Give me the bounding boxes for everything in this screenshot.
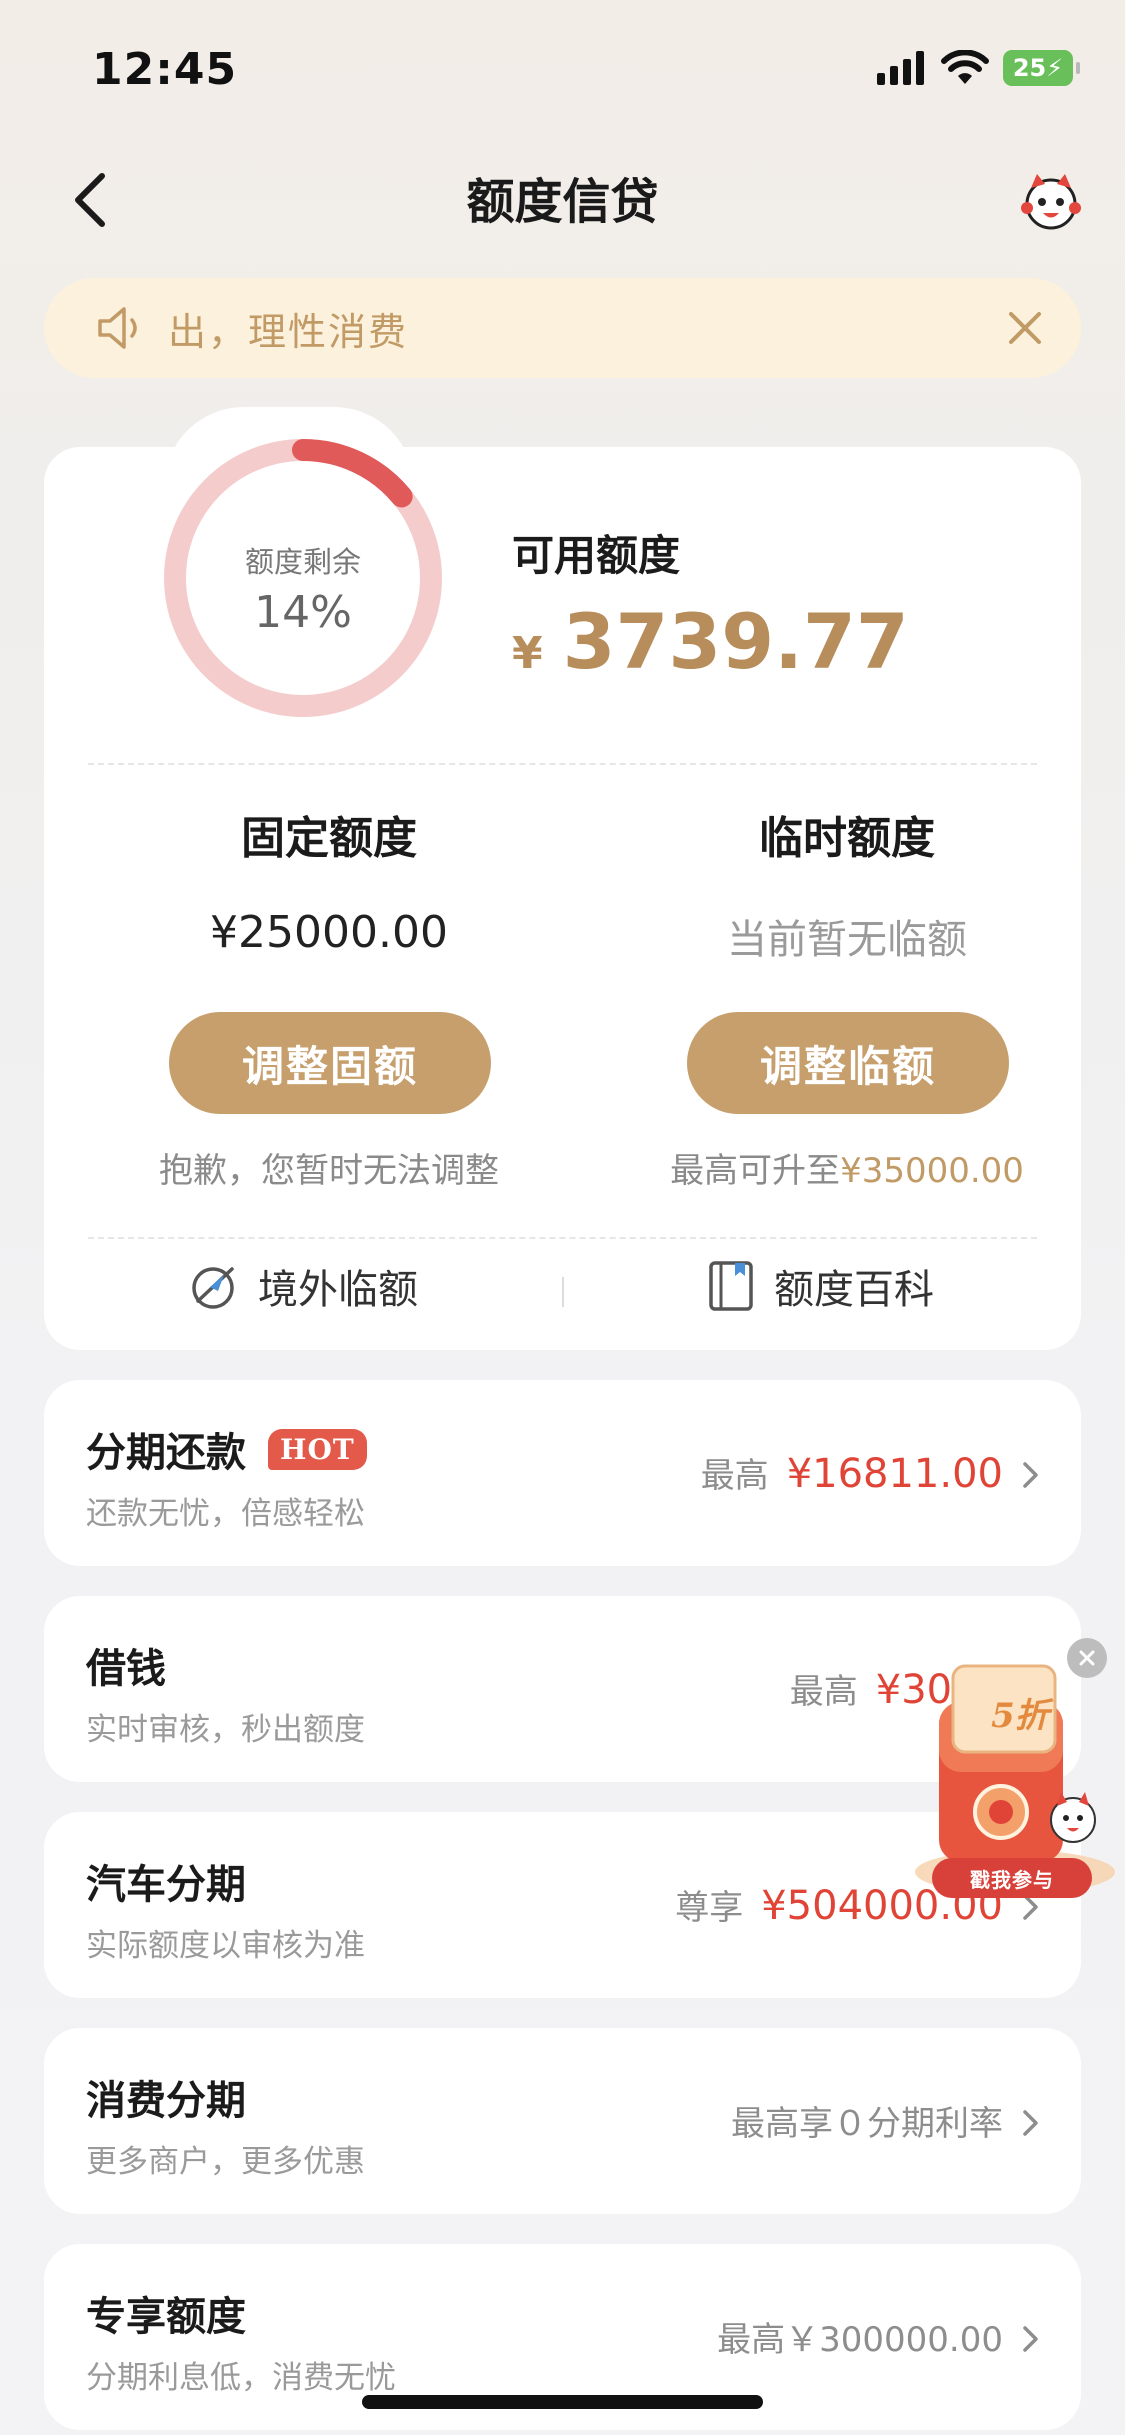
speaker-icon [98, 307, 137, 349]
temporary-credit-title: 临时额度 [759, 813, 935, 864]
currency-symbol: ¥ [512, 628, 543, 679]
page-title: 额度信贷 [466, 174, 659, 230]
wifi-icon [941, 50, 989, 84]
hot-badge: HOT [268, 1428, 367, 1470]
overseas-credit-label: 境外临额 [258, 1267, 418, 1313]
row-title: 专享额度 [86, 2284, 246, 2342]
credit-wiki-label: 额度百科 [774, 1267, 934, 1313]
status-time: 12:45 [92, 44, 238, 95]
row-title: 汽车分期 [86, 1852, 246, 1910]
temporary-note-amount: ¥35000.00 [840, 1151, 1024, 1191]
promo-join-button[interactable]: 戳我参与 [932, 1858, 1092, 1898]
temporary-note-prefix: 最高可升至 [670, 1151, 841, 1191]
book-icon [709, 1261, 753, 1311]
ring-percent: 14% [254, 587, 352, 638]
close-icon[interactable] [1003, 306, 1047, 350]
close-icon [1079, 1650, 1095, 1666]
battery-icon: 25 ⚡ [1003, 50, 1080, 86]
row-title-text: 分期还款 [86, 1430, 246, 1476]
fixed-credit-note: 抱歉，您暂时无法调整 [159, 1151, 499, 1191]
row-amount: ¥16811.00 [786, 1451, 1003, 1497]
status-icons: 25 ⚡ [877, 50, 1080, 86]
notice-bar[interactable]: 出，理性消费 [44, 278, 1081, 378]
available-amount: ¥ 3739.77 [512, 597, 909, 686]
fixed-credit-value: ¥25000.00 [210, 907, 448, 958]
service-row-consumer-installment[interactable]: 消费分期 更多商户，更多优惠 最高享０分期利率 [44, 2028, 1081, 2214]
credit-summary-card: 额度剩余 14% 可用额度 ¥ 3739.77 固定额度 ¥25000.00 调… [44, 407, 1082, 1350]
mascot-icon [1021, 174, 1081, 230]
row-title: 借钱 [86, 1636, 166, 1694]
row-title-text: 借钱 [86, 1646, 166, 1692]
row-amount: 最高￥300000.00 [717, 2320, 1003, 2360]
customer-service-button[interactable] [1019, 170, 1083, 234]
service-row-installment-repayment[interactable]: 分期还款 HOT 还款无忧，倍感轻松 最高 ¥16811.00 [44, 1380, 1081, 1566]
credit-wiki-link[interactable]: 额度百科 [708, 1257, 934, 1315]
available-label: 可用额度 [512, 531, 681, 580]
credit-links: 境外临额 额度百科 [44, 1257, 1081, 1327]
temporary-credit-value: 当前暂无临额 [727, 917, 967, 963]
divider [88, 763, 1037, 765]
promo-close-button[interactable] [1067, 1638, 1107, 1678]
nav-bar: 额度信贷 [0, 140, 1125, 250]
chevron-right-icon [1023, 2326, 1038, 2352]
divider [88, 1237, 1037, 1239]
ring-label: 额度剩余 [244, 545, 361, 579]
link-divider [562, 1277, 564, 1307]
available-value: 3739.77 [562, 597, 909, 686]
promo-discount: 5折 [991, 1696, 1049, 1736]
row-title: 分期还款 HOT [86, 1420, 367, 1478]
status-bar: 12:45 25 ⚡ [0, 0, 1125, 140]
row-prefix: 最高 [789, 1672, 858, 1712]
temporary-credit-note: 最高可升至¥35000.00 [612, 1143, 1082, 1192]
row-title: 消费分期 [86, 2068, 246, 2126]
chevron-right-icon [1023, 1462, 1038, 1488]
signal-icon [877, 51, 924, 85]
overseas-icon [192, 1267, 234, 1309]
row-subtitle: 实时审核，秒出额度 [86, 1712, 365, 1748]
row-value: 最高享０分期利率 [731, 2096, 1003, 2145]
row-subtitle: 实际额度以审核为准 [86, 1928, 365, 1964]
adjust-temporary-button[interactable]: 调整临额 [687, 1012, 1009, 1114]
battery-level: 25 [1012, 54, 1047, 82]
overseas-credit-link[interactable]: 境外临额 [188, 1257, 418, 1315]
row-prefix: 尊享 [675, 1888, 744, 1928]
row-value: 最高 ¥16811.00 [701, 1448, 1003, 1497]
row-title-text: 消费分期 [86, 2078, 246, 2124]
home-indicator [362, 2395, 763, 2409]
row-prefix: 最高 [700, 1456, 769, 1496]
row-subtitle: 更多商户，更多优惠 [86, 2144, 365, 2180]
row-title-text: 汽车分期 [86, 1862, 246, 1908]
notice-text: 出，理性消费 [168, 309, 409, 354]
row-subtitle: 还款无忧，倍感轻松 [86, 1496, 365, 1532]
row-subtitle: 分期利息低，消费无忧 [86, 2360, 396, 2396]
chevron-right-icon [1023, 2110, 1038, 2136]
row-title-text: 专享额度 [86, 2294, 246, 2340]
adjust-fixed-button[interactable]: 调整固额 [169, 1012, 491, 1114]
row-value: 最高￥300000.00 [717, 2312, 1003, 2361]
row-amount: 最高享０分期利率 [731, 2104, 1003, 2144]
fixed-credit-title: 固定额度 [241, 813, 417, 864]
